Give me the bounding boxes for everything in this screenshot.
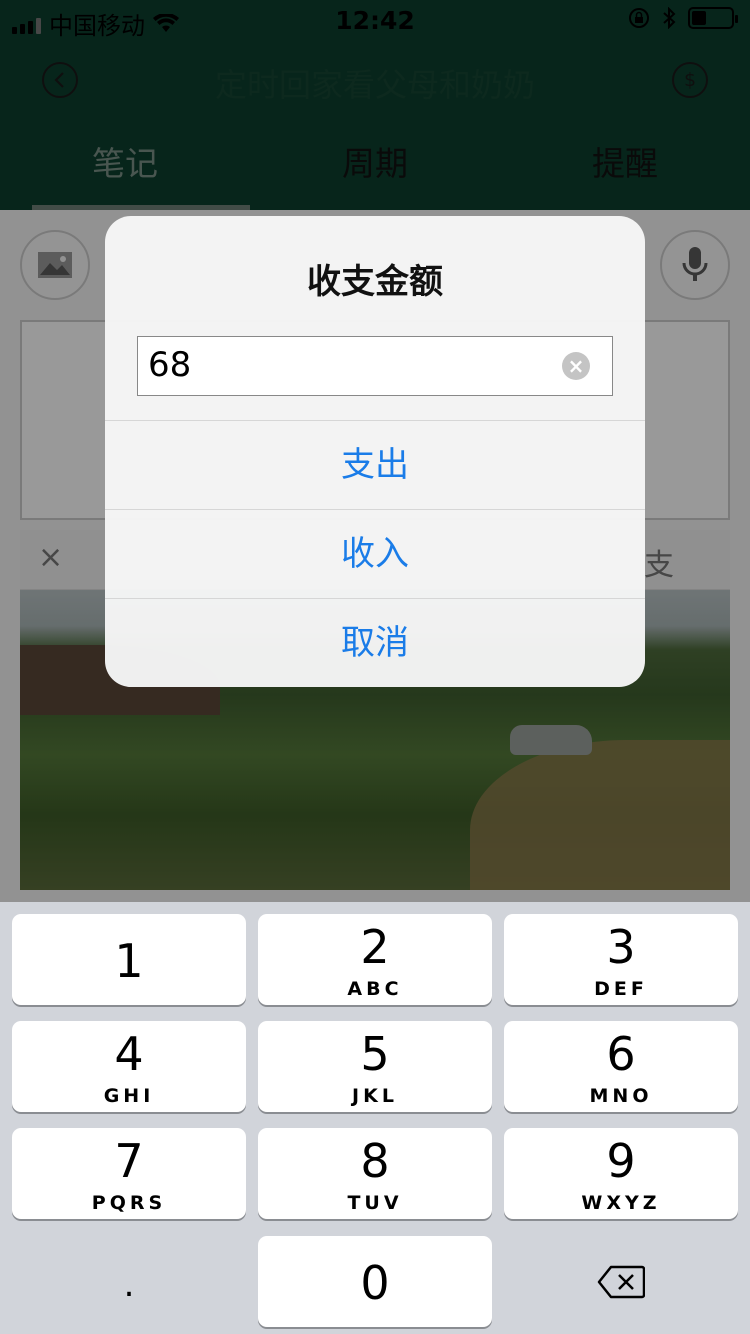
key-9[interactable]: 9 WXYZ	[504, 1128, 738, 1219]
key-letters: WXYZ	[581, 1192, 661, 1214]
key-letters: MNO	[589, 1085, 653, 1107]
dialog-title: 收支金额	[307, 262, 443, 302]
key-7[interactable]: 7 PQRS	[12, 1128, 246, 1219]
key-8[interactable]: 8 TUV	[258, 1128, 492, 1219]
key-letters: DEF	[594, 978, 648, 1000]
key-1[interactable]: 1	[12, 914, 246, 1005]
income-button[interactable]: 收入	[105, 509, 645, 598]
key-letters: GHI	[103, 1085, 155, 1107]
key-digit: 0	[360, 1256, 390, 1310]
key-letters: TUV	[347, 1192, 403, 1214]
key-0[interactable]: 0	[258, 1236, 492, 1327]
clear-icon: ×	[567, 354, 585, 378]
key-digit: 3	[606, 920, 636, 974]
key-letters: JKL	[352, 1085, 398, 1107]
key-digit: 9	[606, 1134, 636, 1188]
numeric-keyboard: 1 2 ABC 3 DEF 4 GHI 5 JKL 6 MNO 7 PQRS 8…	[0, 902, 750, 1334]
clear-input-button[interactable]: ×	[562, 352, 590, 380]
amount-value: 68	[148, 345, 192, 385]
key-dot[interactable]: .	[12, 1236, 246, 1327]
key-letters: PQRS	[91, 1192, 167, 1214]
cancel-button[interactable]: 取消	[105, 598, 645, 687]
delete-key[interactable]	[504, 1236, 738, 1327]
key-digit: 1	[114, 934, 144, 988]
key-digit: 7	[114, 1134, 144, 1188]
key-2[interactable]: 2 ABC	[258, 914, 492, 1005]
expense-button[interactable]: 支出	[105, 420, 645, 509]
key-5[interactable]: 5 JKL	[258, 1021, 492, 1112]
key-digit: 2	[360, 920, 390, 974]
key-digit: 6	[606, 1027, 636, 1081]
key-letters: ABC	[347, 978, 403, 1000]
key-digit: 5	[360, 1027, 390, 1081]
backspace-icon	[597, 1265, 645, 1298]
amount-input[interactable]: 68 ×	[137, 336, 613, 396]
amount-dialog: 收支金额 68 × 支出 收入 取消	[105, 216, 645, 687]
key-3[interactable]: 3 DEF	[504, 914, 738, 1005]
key-6[interactable]: 6 MNO	[504, 1021, 738, 1112]
dot-label: .	[123, 1264, 135, 1305]
key-4[interactable]: 4 GHI	[12, 1021, 246, 1112]
key-digit: 8	[360, 1134, 390, 1188]
key-digit: 4	[114, 1027, 144, 1081]
